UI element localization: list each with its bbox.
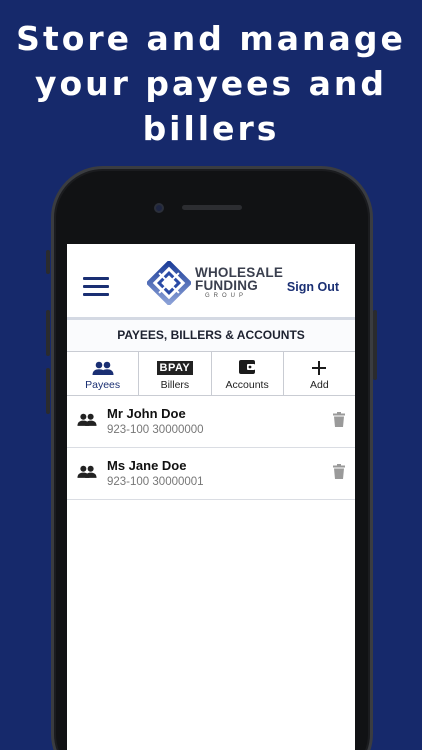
hamburger-menu-icon[interactable] <box>83 277 109 297</box>
headline-line-1: Store and manage <box>16 19 406 58</box>
tab-accounts-label: Accounts <box>225 379 269 391</box>
headline-line-3: billers <box>142 109 280 148</box>
tab-billers[interactable]: BPAY Billers <box>139 352 212 395</box>
trash-icon[interactable] <box>333 412 345 427</box>
tab-accounts[interactable]: Accounts <box>212 352 284 395</box>
payee-name: Ms Jane Doe <box>107 458 187 473</box>
payee-row[interactable]: Mr John Doe 923-100 30000000 <box>67 396 355 448</box>
logo-text-2: FUNDING <box>195 278 258 293</box>
tab-add-label: Add <box>310 379 329 391</box>
tab-payees-label: Payees <box>85 379 121 391</box>
phone-mute-switch <box>46 250 50 274</box>
wholesale-funding-logo: WHOLESALE FUNDING GROUP <box>145 259 283 307</box>
plus-icon <box>312 361 327 375</box>
payee-name: Mr John Doe <box>107 406 186 421</box>
sign-out-button[interactable]: Sign Out <box>287 280 339 294</box>
phone-volume-down <box>46 368 50 414</box>
tab-billers-label: Billers <box>160 379 190 391</box>
front-camera <box>154 203 164 213</box>
logo-mark-icon <box>145 259 193 307</box>
section-title: PAYEES, BILLERS & ACCOUNTS <box>67 320 355 352</box>
bpay-logo-icon: BPAY <box>156 361 194 375</box>
app-screen: WHOLESALE FUNDING GROUP Sign Out PAYEES,… <box>67 244 355 750</box>
payee-account: 923-100 30000000 <box>107 424 204 436</box>
tab-payees[interactable]: Payees <box>67 352 140 395</box>
app-header: WHOLESALE FUNDING GROUP Sign Out <box>67 244 355 320</box>
person-group-icon <box>77 465 97 478</box>
phone-power-button <box>373 310 377 380</box>
promo-headline: Store and manage your payees and billers <box>0 16 422 151</box>
payee-row[interactable]: Ms Jane Doe 923-100 30000001 <box>67 448 355 500</box>
headline-line-2: your payees and <box>34 64 388 103</box>
payee-account: 923-100 30000001 <box>107 476 204 488</box>
tab-add[interactable]: Add <box>284 352 355 395</box>
trash-icon[interactable] <box>333 464 345 479</box>
earpiece-speaker <box>182 205 242 210</box>
person-group-icon <box>77 413 97 426</box>
logo-text-sub: GROUP <box>205 293 248 299</box>
phone-volume-up <box>46 310 50 356</box>
people-icon <box>92 361 114 375</box>
tab-bar: Payees BPAY Billers Accounts Add <box>67 352 355 396</box>
wallet-icon <box>239 360 256 374</box>
